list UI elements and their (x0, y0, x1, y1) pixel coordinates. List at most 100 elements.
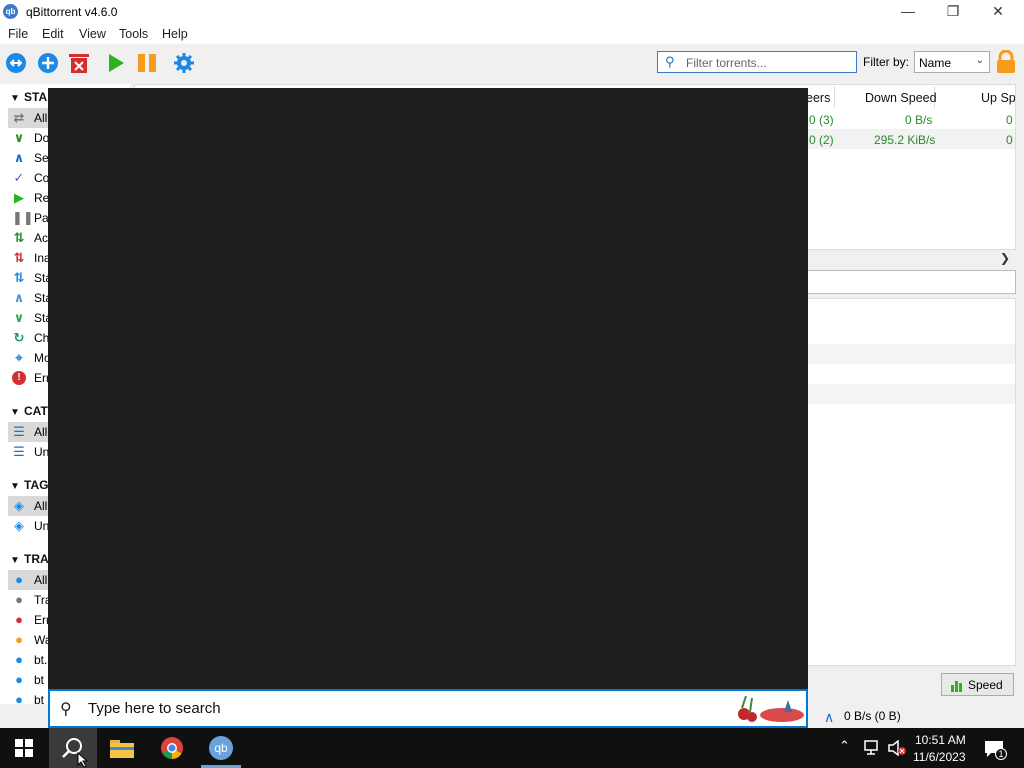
tag-icon: ◈ (14, 498, 24, 513)
trackers-section-header[interactable]: ▼ TRA (10, 552, 49, 566)
chevron-right-icon[interactable]: ❯ (1000, 251, 1010, 265)
column-header-peers[interactable]: eers (806, 91, 830, 111)
menu-edit[interactable]: Edit (42, 27, 64, 41)
pause-icon: ❚❚ (12, 210, 34, 225)
shuffle-icon: ⇄ (13, 110, 25, 125)
up-speed-cell: 0 (1006, 133, 1013, 147)
sidebar-item-label: Ac (34, 231, 49, 245)
upload-arrows-icon: ∧ (13, 150, 25, 165)
options-gear-icon[interactable] (173, 52, 195, 74)
menu-tools[interactable]: Tools (119, 27, 148, 41)
sidebar-item-label: All (34, 425, 48, 439)
down-speed-cell: 0 B/s (905, 113, 933, 127)
filter-by-select[interactable]: Name ⌄ (914, 51, 990, 73)
mouse-cursor-icon (77, 752, 89, 768)
add-link-icon[interactable] (5, 52, 27, 74)
column-header-down-speed[interactable]: Down Speed (865, 91, 937, 111)
speed-tab-button[interactable]: Speed (941, 673, 1014, 696)
qbittorrent-icon: qb (209, 736, 233, 760)
menu-view[interactable]: View (79, 27, 106, 41)
notification-count-badge: 1 (995, 748, 1007, 760)
inactive-arrows-icon: ⇅ (13, 250, 25, 265)
location-pin-icon: ● (15, 692, 23, 705)
search-icon: ⚲ (665, 54, 675, 69)
qbittorrent-logo-icon: qb (3, 4, 18, 19)
sidebar-item-label: Pa (34, 211, 49, 225)
status-section-header[interactable]: ▼ STA (10, 90, 47, 104)
chevron-down-icon: ▼ (10, 481, 20, 492)
filter-placeholder: Filter torrents... (686, 56, 767, 70)
chevron-down-icon: ▼ (10, 93, 20, 104)
location-pin-icon: ● (15, 632, 23, 647)
tags-title: TAG (24, 478, 49, 492)
active-arrows-icon: ⇅ (13, 230, 25, 245)
tags-section-header[interactable]: ▼ TAG (10, 478, 48, 492)
search-input-placeholder[interactable]: Type here to search (88, 700, 221, 717)
menu-file[interactable]: File (8, 27, 28, 41)
location-pin-icon: ● (15, 592, 23, 607)
categories-section-header[interactable]: ▼ CAT (10, 404, 48, 418)
filter-torrents-input[interactable]: ⚲ Filter torrents... (657, 51, 857, 73)
add-torrent-icon[interactable] (37, 52, 59, 74)
pause-icon[interactable] (136, 52, 158, 74)
status-title: STA (24, 90, 48, 104)
sidebar-item-label: bt. (34, 653, 48, 667)
refresh-icon: ↻ (13, 330, 25, 345)
search-flyout-panel (48, 88, 808, 689)
taskbar-search-button[interactable] (49, 728, 97, 768)
location-pin-icon: ● (15, 572, 23, 587)
file-explorer-icon[interactable] (110, 738, 134, 758)
speed-tab-label: Speed (968, 678, 1003, 692)
restore-icon[interactable]: ❐ (930, 0, 976, 24)
upload-speed-icon: ∧ (824, 709, 835, 725)
clock-date[interactable]: 11/6/2023 (913, 750, 966, 764)
chrome-icon[interactable] (160, 736, 184, 760)
chevron-up-icon[interactable]: ⌃ (839, 738, 850, 754)
menu-help[interactable]: Help (162, 27, 188, 41)
location-pin-icon: ● (15, 612, 23, 627)
categories-title: CAT (24, 404, 48, 418)
filter-by-value: Name (919, 56, 952, 70)
menu-bar (0, 24, 1024, 44)
bar-chart-icon (951, 681, 962, 692)
list-icon: ☰ (13, 444, 25, 459)
peers-cell: 0 (3) (809, 113, 834, 127)
trackers-title: TRA (24, 552, 49, 566)
filter-by-label: Filter by: (863, 55, 910, 69)
column-header-up-speed[interactable]: Up Sp (981, 91, 1015, 111)
download-arrows-icon: ∨ (13, 130, 25, 145)
windows-start-icon[interactable] (15, 739, 33, 757)
network-icon[interactable] (862, 740, 880, 756)
sidebar-item-label: bt (34, 693, 45, 704)
volume-muted-icon[interactable] (887, 740, 907, 756)
tag-icon: ◈ (14, 518, 24, 533)
location-pin-icon: ● (15, 652, 23, 667)
play-icon: ▶ (14, 190, 24, 205)
down-speed-cell: 295.2 KiB/s (874, 133, 936, 147)
delete-icon[interactable] (68, 52, 90, 74)
lock-icon[interactable] (995, 50, 1017, 74)
close-icon[interactable]: ✕ (975, 0, 1021, 24)
taskbar-qbittorrent-button[interactable]: qb (197, 728, 245, 768)
search-highlight-image (738, 695, 804, 722)
stalled-download-icon: ∨ (13, 310, 25, 325)
title-bar (0, 0, 1024, 24)
stalled-upload-icon: ∧ (13, 290, 25, 305)
crosshair-icon: ⌖ (15, 350, 23, 365)
minimize-icon[interactable]: — (885, 0, 931, 24)
chevron-down-icon: ▼ (10, 555, 20, 566)
chevron-down-icon: ▼ (10, 407, 20, 418)
list-icon: ☰ (13, 424, 25, 439)
location-pin-icon: ● (15, 672, 23, 687)
chevron-down-icon: ⌄ (975, 55, 984, 66)
search-icon: ⚲ (60, 701, 72, 718)
sidebar-item-label: bt (34, 673, 45, 687)
upload-speed-status[interactable]: 0 B/s (0 B) (844, 709, 901, 723)
sidebar-item-label: All (34, 111, 48, 125)
clock-time[interactable]: 10:51 AM (915, 733, 966, 747)
error-icon: ! (12, 371, 26, 385)
up-speed-cell: 0 (1006, 113, 1013, 127)
check-icon: ✓ (13, 170, 25, 185)
resume-icon[interactable] (105, 52, 127, 74)
sidebar-item-label: All (34, 499, 48, 513)
